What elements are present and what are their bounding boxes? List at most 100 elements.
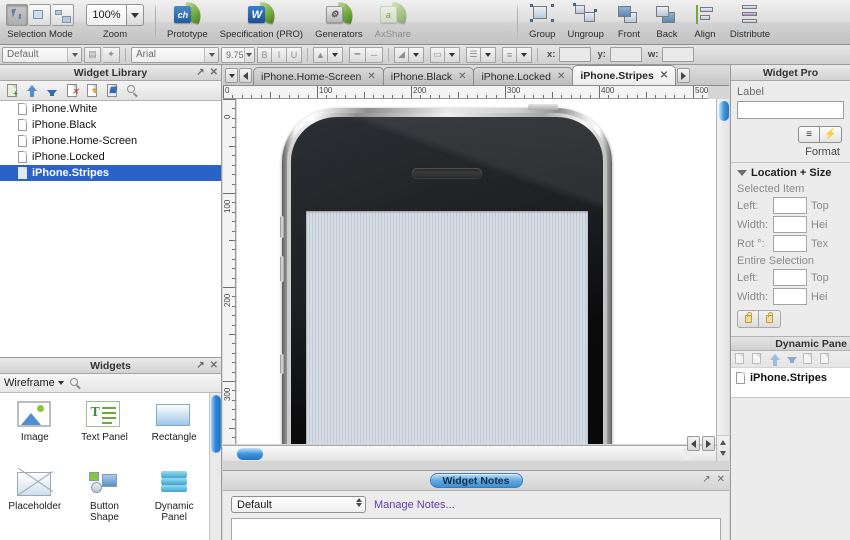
line-weight-button[interactable]: ☰ bbox=[466, 46, 481, 63]
iphone-mockup[interactable] bbox=[280, 104, 612, 444]
iphone-screen-stripes[interactable] bbox=[306, 211, 588, 444]
widget-dynamic-panel[interactable]: Dynamic Panel bbox=[139, 470, 209, 540]
notes-maximize-icon[interactable]: ↗ bbox=[702, 474, 710, 485]
font-size-combo[interactable]: 9.75 bbox=[221, 46, 255, 63]
widgets-maximize-icon[interactable]: ↗ bbox=[196, 360, 204, 371]
font-combo[interactable]: Arial bbox=[131, 46, 219, 63]
load-library-icon[interactable]: + bbox=[5, 83, 20, 98]
back-group[interactable]: Back bbox=[648, 0, 686, 45]
axshare-group[interactable]: a AxShare bbox=[369, 0, 417, 45]
edit-library-icon[interactable]: ✎ bbox=[85, 83, 100, 98]
scroll-up-icon[interactable] bbox=[720, 440, 726, 445]
widgets-scrollbar-thumb[interactable] bbox=[211, 395, 221, 453]
widgets-scrollbar[interactable] bbox=[209, 393, 221, 540]
lock-ratio-button[interactable] bbox=[737, 310, 759, 328]
widget-label-input[interactable] bbox=[737, 101, 844, 119]
canvas-vscroll-arrows[interactable] bbox=[716, 435, 729, 461]
canvas-hscroll-thumb[interactable] bbox=[237, 448, 263, 460]
widget-button-shape[interactable]: Button Shape bbox=[70, 470, 140, 540]
y-field[interactable] bbox=[609, 47, 642, 62]
select-intersect-button[interactable] bbox=[6, 4, 28, 26]
tab-properties[interactable]: ≡ bbox=[798, 126, 820, 143]
bold-button[interactable]: B bbox=[257, 46, 272, 63]
tab-scroll-right-button[interactable] bbox=[677, 68, 691, 83]
tab-iphone-locked[interactable]: iPhone.Locked ✕ bbox=[473, 67, 574, 85]
widget-library-list[interactable]: iPhone.White iPhone.Black iPhone.Home-Sc… bbox=[0, 101, 221, 357]
sel-left-input[interactable] bbox=[773, 269, 807, 286]
library-item-iphone-black[interactable]: iPhone.Black bbox=[0, 117, 221, 133]
width-input[interactable] bbox=[773, 216, 807, 233]
tab-iphone-stripes[interactable]: iPhone.Stripes ✕ bbox=[572, 65, 677, 85]
unlock-ratio-button[interactable] bbox=[759, 310, 781, 328]
arrow-style-dropdown[interactable] bbox=[517, 46, 532, 63]
widget-notes-tab[interactable]: Widget Notes bbox=[429, 473, 523, 488]
align-group[interactable]: Align bbox=[686, 0, 724, 45]
tab-close-icon[interactable]: ✕ bbox=[557, 71, 565, 82]
style-combo[interactable]: Default bbox=[2, 46, 82, 63]
sel-width-input[interactable] bbox=[773, 288, 807, 305]
move-up-icon[interactable] bbox=[25, 83, 40, 98]
distribute-group[interactable]: Distribute bbox=[724, 0, 776, 45]
tab-iphone-home-screen[interactable]: iPhone.Home-Screen ✕ bbox=[253, 67, 384, 85]
library-item-iphone-home-screen[interactable]: iPhone.Home-Screen bbox=[0, 133, 221, 149]
dp-move-up-icon[interactable] bbox=[769, 353, 781, 366]
scroll-right-icon[interactable] bbox=[702, 436, 715, 451]
widget-text-panel[interactable]: T Text Panel bbox=[70, 401, 140, 460]
dp-move-down-icon[interactable] bbox=[786, 353, 798, 365]
zoom-dropdown-arrow[interactable] bbox=[126, 4, 144, 26]
dp-duplicate-icon[interactable] bbox=[752, 353, 764, 365]
widgets-close-icon[interactable]: ✕ bbox=[210, 360, 218, 371]
border-dropdown[interactable] bbox=[445, 46, 460, 63]
rotation-input[interactable] bbox=[773, 235, 807, 252]
widget-placeholder[interactable]: Placeholder bbox=[0, 470, 70, 540]
vertical-ruler[interactable]: 0 100 200 300 bbox=[223, 99, 236, 444]
font-color-dropdown[interactable] bbox=[328, 46, 343, 63]
tab-close-icon[interactable]: ✕ bbox=[367, 71, 375, 82]
tab-close-icon[interactable]: ✕ bbox=[660, 70, 668, 81]
notes-text-area[interactable] bbox=[231, 518, 721, 540]
font-color-button[interactable]: ▲ bbox=[313, 46, 328, 63]
widget-library-maximize-icon[interactable]: ↗ bbox=[196, 67, 204, 78]
horizontal-ruler[interactable]: 0 100 200 300 400 500 bbox=[223, 86, 708, 99]
library-info-icon[interactable]: ▦ bbox=[105, 83, 120, 98]
widget-rectangle[interactable]: Rectangle bbox=[139, 401, 209, 460]
canvas-horizontal-scrollbar[interactable] bbox=[223, 436, 716, 461]
library-item-iphone-locked[interactable]: iPhone.Locked bbox=[0, 149, 221, 165]
left-input[interactable] bbox=[773, 197, 807, 214]
tab-interactions[interactable]: ⚡ bbox=[820, 126, 842, 143]
tab-scroll-left-button[interactable] bbox=[239, 68, 252, 83]
library-item-iphone-stripes[interactable]: iPhone.Stripes bbox=[0, 165, 221, 181]
widget-image[interactable]: Image bbox=[0, 401, 70, 460]
front-group[interactable]: Front bbox=[610, 0, 648, 45]
tab-menu-button[interactable] bbox=[225, 68, 238, 83]
italic-button[interactable]: I bbox=[272, 46, 287, 63]
widgets-search-icon[interactable] bbox=[68, 376, 83, 391]
notes-field-select[interactable]: Default bbox=[231, 496, 366, 513]
manage-notes-link[interactable]: Manage Notes... bbox=[374, 499, 455, 511]
canvas-vertical-scrollbar[interactable] bbox=[716, 99, 729, 445]
wireframe-library-dropdown[interactable]: Wireframe bbox=[4, 377, 64, 389]
dp-edit-icon[interactable] bbox=[735, 353, 747, 365]
scroll-left-icon[interactable] bbox=[687, 436, 700, 451]
w-field[interactable] bbox=[662, 47, 695, 62]
chevron-down-icon[interactable] bbox=[737, 170, 747, 176]
line-style-button[interactable]: ─ bbox=[366, 46, 383, 63]
underline-button[interactable]: U bbox=[287, 46, 302, 63]
design-canvas[interactable] bbox=[237, 99, 716, 444]
location-size-group-header[interactable]: Location + Size bbox=[731, 163, 850, 181]
widget-library-close-icon[interactable]: ✕ bbox=[210, 67, 218, 78]
tab-iphone-black[interactable]: iPhone.Black ✕ bbox=[382, 67, 475, 85]
line-weight-dropdown[interactable] bbox=[481, 46, 496, 63]
ungroup-group[interactable]: Ungroup bbox=[561, 0, 609, 45]
fill-dropdown[interactable] bbox=[409, 46, 424, 63]
style-apply-button[interactable]: ▤ bbox=[84, 46, 101, 63]
select-contain-button[interactable] bbox=[29, 4, 51, 26]
specification-group[interactable]: W Specification (PRO) bbox=[214, 0, 309, 45]
tab-close-icon[interactable]: ✕ bbox=[458, 71, 466, 82]
library-item-iphone-white[interactable]: iPhone.White bbox=[0, 101, 221, 117]
fill-color-button[interactable]: ◢ bbox=[394, 46, 409, 63]
canvas-hscroll-arrows[interactable] bbox=[687, 436, 715, 451]
format-painter-button[interactable]: ✦ bbox=[103, 46, 120, 63]
dp-more-icon[interactable] bbox=[820, 353, 832, 365]
dp-delete-icon[interactable] bbox=[803, 353, 815, 365]
